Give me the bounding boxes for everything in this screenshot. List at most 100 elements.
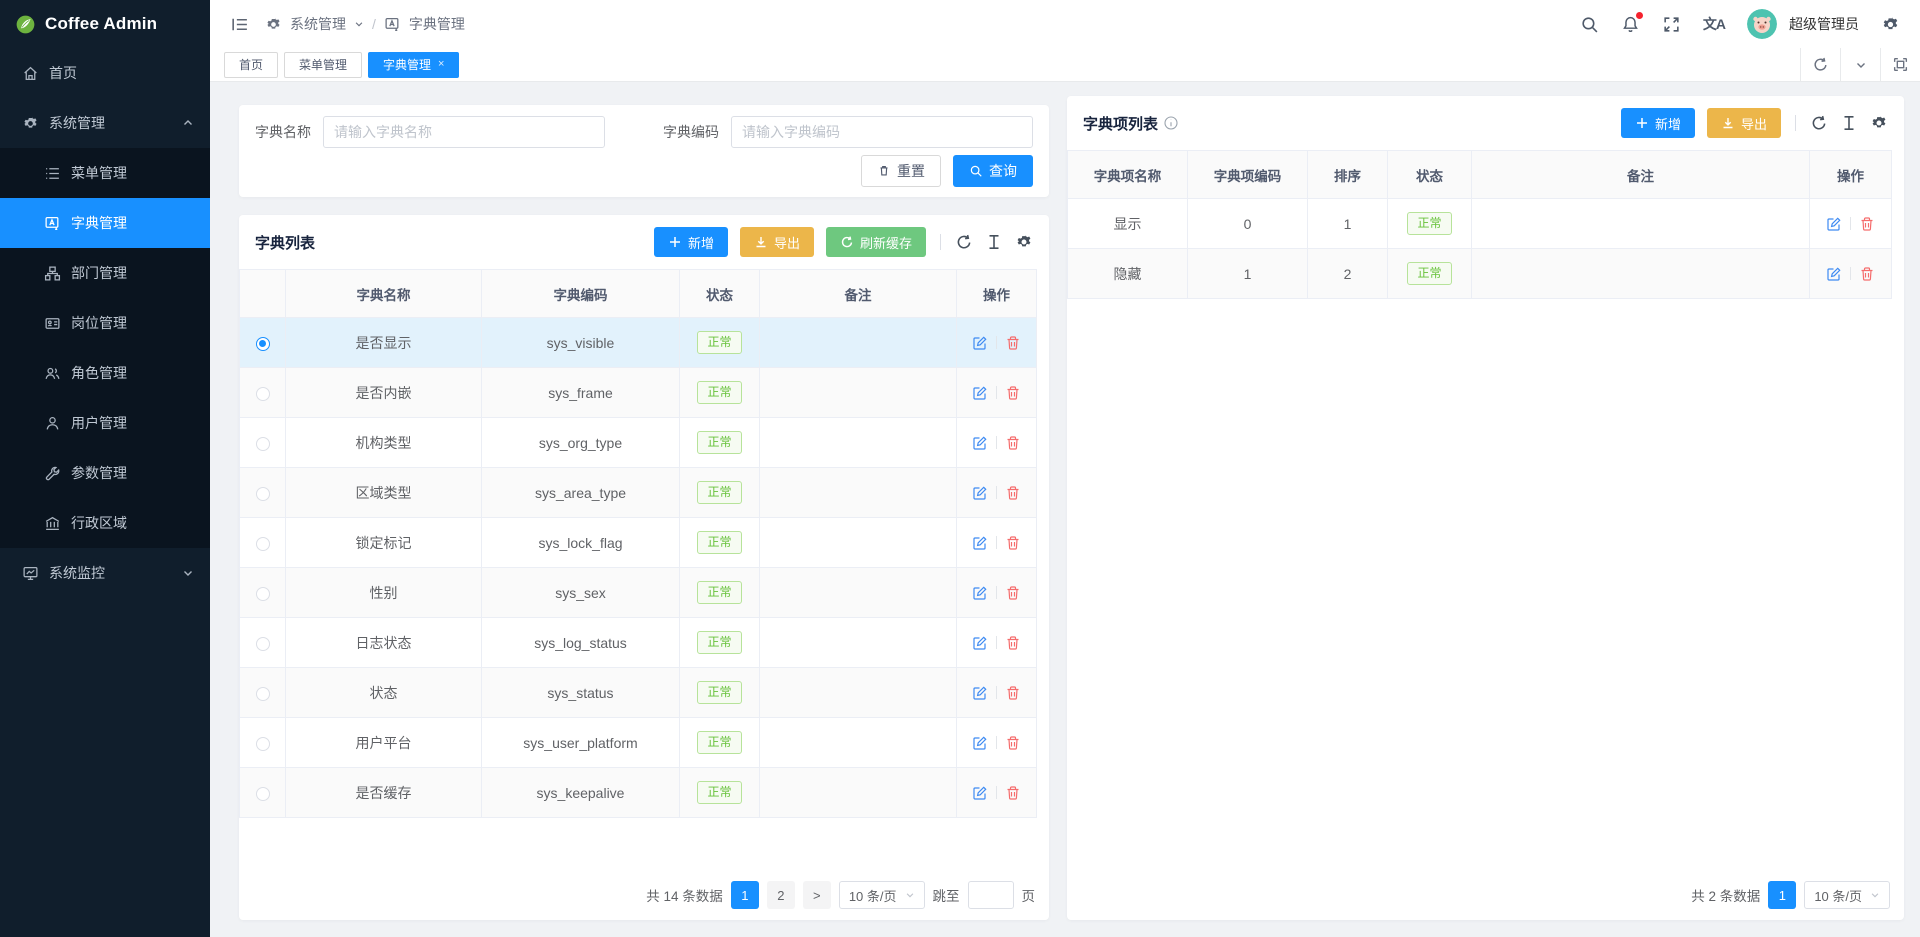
delete-icon[interactable] <box>1005 535 1021 551</box>
edit-icon[interactable] <box>972 635 988 651</box>
edit-icon[interactable] <box>972 585 988 601</box>
row-radio[interactable] <box>256 787 270 801</box>
delete-icon[interactable] <box>1005 685 1021 701</box>
tab-dict-mgmt[interactable]: 字典管理 × <box>368 52 459 78</box>
dict-code-input[interactable] <box>731 116 1033 148</box>
edit-icon[interactable] <box>972 535 988 551</box>
sidebar-item-sys-monitor[interactable]: 系统监控 <box>0 548 210 598</box>
row-radio[interactable] <box>256 587 270 601</box>
table-row[interactable]: 锁定标记 sys_lock_flag 正常 <box>240 518 1037 568</box>
table-row[interactable]: 用户平台 sys_user_platform 正常 <box>240 718 1037 768</box>
add-dict-item-button[interactable]: 新增 <box>1621 108 1695 138</box>
next-page-button[interactable]: > <box>803 881 831 909</box>
edit-icon[interactable] <box>972 385 988 401</box>
search-icon[interactable] <box>1580 15 1599 34</box>
tab-home[interactable]: 首页 <box>224 52 278 78</box>
maximize-content-button[interactable] <box>1880 48 1920 81</box>
sidebar-item-label: 首页 <box>49 63 77 83</box>
row-radio[interactable] <box>256 487 270 501</box>
sidebar-item-user-mgmt[interactable]: 用户管理 <box>0 398 210 448</box>
row-radio[interactable] <box>256 387 270 401</box>
delete-icon[interactable] <box>1005 735 1021 751</box>
sidebar-item-menu-mgmt[interactable]: 菜单管理 <box>0 148 210 198</box>
sidebar-item-role-mgmt[interactable]: 角色管理 <box>0 348 210 398</box>
page-button-2[interactable]: 2 <box>767 881 795 909</box>
jump-page-input[interactable] <box>968 881 1014 909</box>
edit-icon[interactable] <box>972 435 988 451</box>
query-button[interactable]: 查询 <box>953 155 1033 187</box>
row-radio[interactable] <box>256 637 270 651</box>
close-tab-icon[interactable]: × <box>438 59 444 70</box>
translate-icon[interactable]: 文A <box>1703 14 1725 34</box>
delete-icon[interactable] <box>1005 385 1021 401</box>
row-radio[interactable] <box>256 687 270 701</box>
delete-icon[interactable] <box>1005 435 1021 451</box>
density-icon[interactable] <box>985 233 1003 251</box>
page-button-1[interactable]: 1 <box>731 881 759 909</box>
fullscreen-icon[interactable] <box>1662 15 1681 34</box>
sidebar-item-param-mgmt[interactable]: 参数管理 <box>0 448 210 498</box>
edit-icon[interactable] <box>1826 216 1842 232</box>
current-user-name[interactable]: 超级管理员 <box>1789 14 1859 34</box>
delete-icon[interactable] <box>1005 485 1021 501</box>
table-row[interactable]: 隐藏 1 2 正常 <box>1068 249 1892 299</box>
edit-icon[interactable] <box>972 735 988 751</box>
table-row[interactable]: 是否缓存 sys_keepalive 正常 <box>240 768 1037 818</box>
table-row[interactable]: 日志状态 sys_log_status 正常 <box>240 618 1037 668</box>
edit-icon[interactable] <box>1826 266 1842 282</box>
settings-gear-icon[interactable] <box>1881 15 1900 34</box>
table-row[interactable]: 机构类型 sys_org_type 正常 <box>240 418 1037 468</box>
refresh-table-icon[interactable] <box>955 233 973 251</box>
row-radio[interactable] <box>256 537 270 551</box>
delete-icon[interactable] <box>1005 635 1021 651</box>
table-row[interactable]: 区域类型 sys_area_type 正常 <box>240 468 1037 518</box>
page-button-1[interactable]: 1 <box>1768 881 1796 909</box>
tab-menu-mgmt[interactable]: 菜单管理 <box>284 52 362 78</box>
dict-name-input[interactable] <box>323 116 605 148</box>
collapse-sidebar-icon[interactable] <box>230 15 249 34</box>
density-icon[interactable] <box>1840 114 1858 132</box>
export-dict-button[interactable]: 导出 <box>740 227 814 257</box>
sidebar-item-dept-mgmt[interactable]: 部门管理 <box>0 248 210 298</box>
table-row[interactable]: 是否内嵌 sys_frame 正常 <box>240 368 1037 418</box>
page-size-select[interactable]: 10 条/页 <box>839 881 925 909</box>
sidebar-item-region-mgmt[interactable]: 行政区域 <box>0 498 210 548</box>
tabs-dropdown-button[interactable] <box>1840 48 1880 81</box>
sidebar-item-post-mgmt[interactable]: 岗位管理 <box>0 298 210 348</box>
delete-icon[interactable] <box>1859 216 1875 232</box>
reset-button[interactable]: 重置 <box>861 155 941 187</box>
row-radio[interactable] <box>256 437 270 451</box>
chevron-down-icon[interactable] <box>354 19 364 29</box>
table-row[interactable]: 性别 sys_sex 正常 <box>240 568 1037 618</box>
page-size-select[interactable]: 10 条/页 <box>1804 881 1890 909</box>
dict-code-cell: sys_status <box>482 668 680 718</box>
column-settings-icon[interactable] <box>1870 114 1888 132</box>
delete-icon[interactable] <box>1005 585 1021 601</box>
add-dict-button[interactable]: 新增 <box>654 227 728 257</box>
table-row[interactable]: 是否显示 sys_visible 正常 <box>240 318 1037 368</box>
row-radio[interactable] <box>256 337 270 351</box>
delete-icon[interactable] <box>1005 785 1021 801</box>
dict-code-cell: sys_user_platform <box>482 718 680 768</box>
edit-icon[interactable] <box>972 335 988 351</box>
edit-icon[interactable] <box>972 685 988 701</box>
sidebar-item-dict-mgmt[interactable]: 字典管理 <box>0 198 210 248</box>
table-row[interactable]: 状态 sys_status 正常 <box>240 668 1037 718</box>
refresh-table-icon[interactable] <box>1810 114 1828 132</box>
clear-icon <box>877 164 891 178</box>
sidebar-item-home[interactable]: 首页 <box>0 48 210 98</box>
refresh-cache-button[interactable]: 刷新缓存 <box>826 227 926 257</box>
avatar[interactable] <box>1747 9 1777 39</box>
row-radio[interactable] <box>256 737 270 751</box>
breadcrumb-section[interactable]: 系统管理 <box>290 14 346 34</box>
table-row[interactable]: 显示 0 1 正常 <box>1068 199 1892 249</box>
edit-icon[interactable] <box>972 785 988 801</box>
sidebar-item-system-mgmt[interactable]: 系统管理 <box>0 98 210 148</box>
notifications-button[interactable] <box>1621 15 1640 34</box>
refresh-page-button[interactable] <box>1800 48 1840 81</box>
edit-icon[interactable] <box>972 485 988 501</box>
delete-icon[interactable] <box>1005 335 1021 351</box>
delete-icon[interactable] <box>1859 266 1875 282</box>
column-settings-icon[interactable] <box>1015 233 1033 251</box>
export-dict-items-button[interactable]: 导出 <box>1707 108 1781 138</box>
